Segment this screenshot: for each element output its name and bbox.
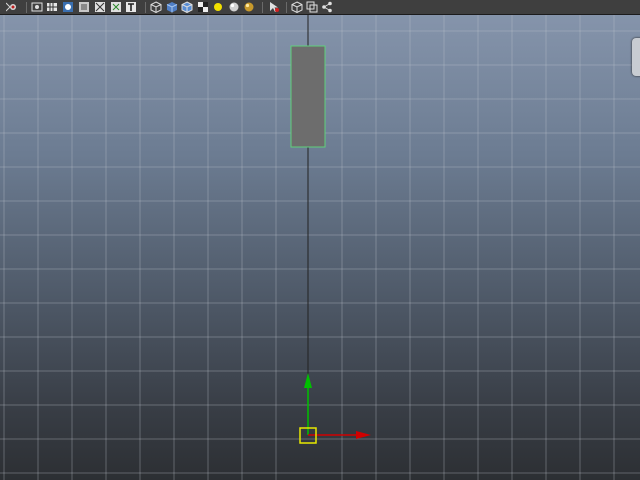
viewport-toolbar <box>0 0 640 15</box>
y-axis-arrow-icon[interactable] <box>304 373 312 388</box>
shaded-wireframe-icon[interactable] <box>150 1 162 13</box>
isolate-select-icon[interactable] <box>268 1 280 13</box>
toolbar-separator <box>145 2 146 13</box>
toolbar-separator <box>286 2 287 13</box>
film-gate-icon[interactable] <box>62 1 74 13</box>
wireframe-icon[interactable] <box>110 1 122 13</box>
textured-icon[interactable] <box>181 1 193 13</box>
camera-attributes-icon[interactable] <box>31 1 43 13</box>
use-all-lights-icon[interactable] <box>197 1 209 13</box>
xray-icon[interactable] <box>291 1 303 13</box>
default-material-icon[interactable] <box>166 1 178 13</box>
screen-space-ao-icon[interactable] <box>228 1 240 13</box>
selected-mesh-object[interactable] <box>290 45 326 148</box>
toolbar-separator <box>26 2 27 13</box>
select-camera-icon[interactable] <box>6 1 18 13</box>
toolbar-separator <box>262 2 263 13</box>
shadows-icon[interactable] <box>212 1 224 13</box>
motion-blur-icon[interactable] <box>243 1 255 13</box>
grid-toggle-icon[interactable] <box>46 1 58 13</box>
safe-title-icon[interactable] <box>94 1 106 13</box>
xray-active-components-icon[interactable] <box>306 1 318 13</box>
view-cube-icon[interactable] <box>632 38 640 76</box>
smooth-shade-icon[interactable] <box>125 1 137 13</box>
xray-joints-icon[interactable] <box>321 1 333 13</box>
x-axis-arrow-icon[interactable] <box>356 431 371 439</box>
viewport-scene <box>0 15 640 480</box>
resolution-gate-icon[interactable] <box>78 1 90 13</box>
maya-viewport-window <box>0 0 640 480</box>
perspective-viewport[interactable] <box>0 15 640 480</box>
